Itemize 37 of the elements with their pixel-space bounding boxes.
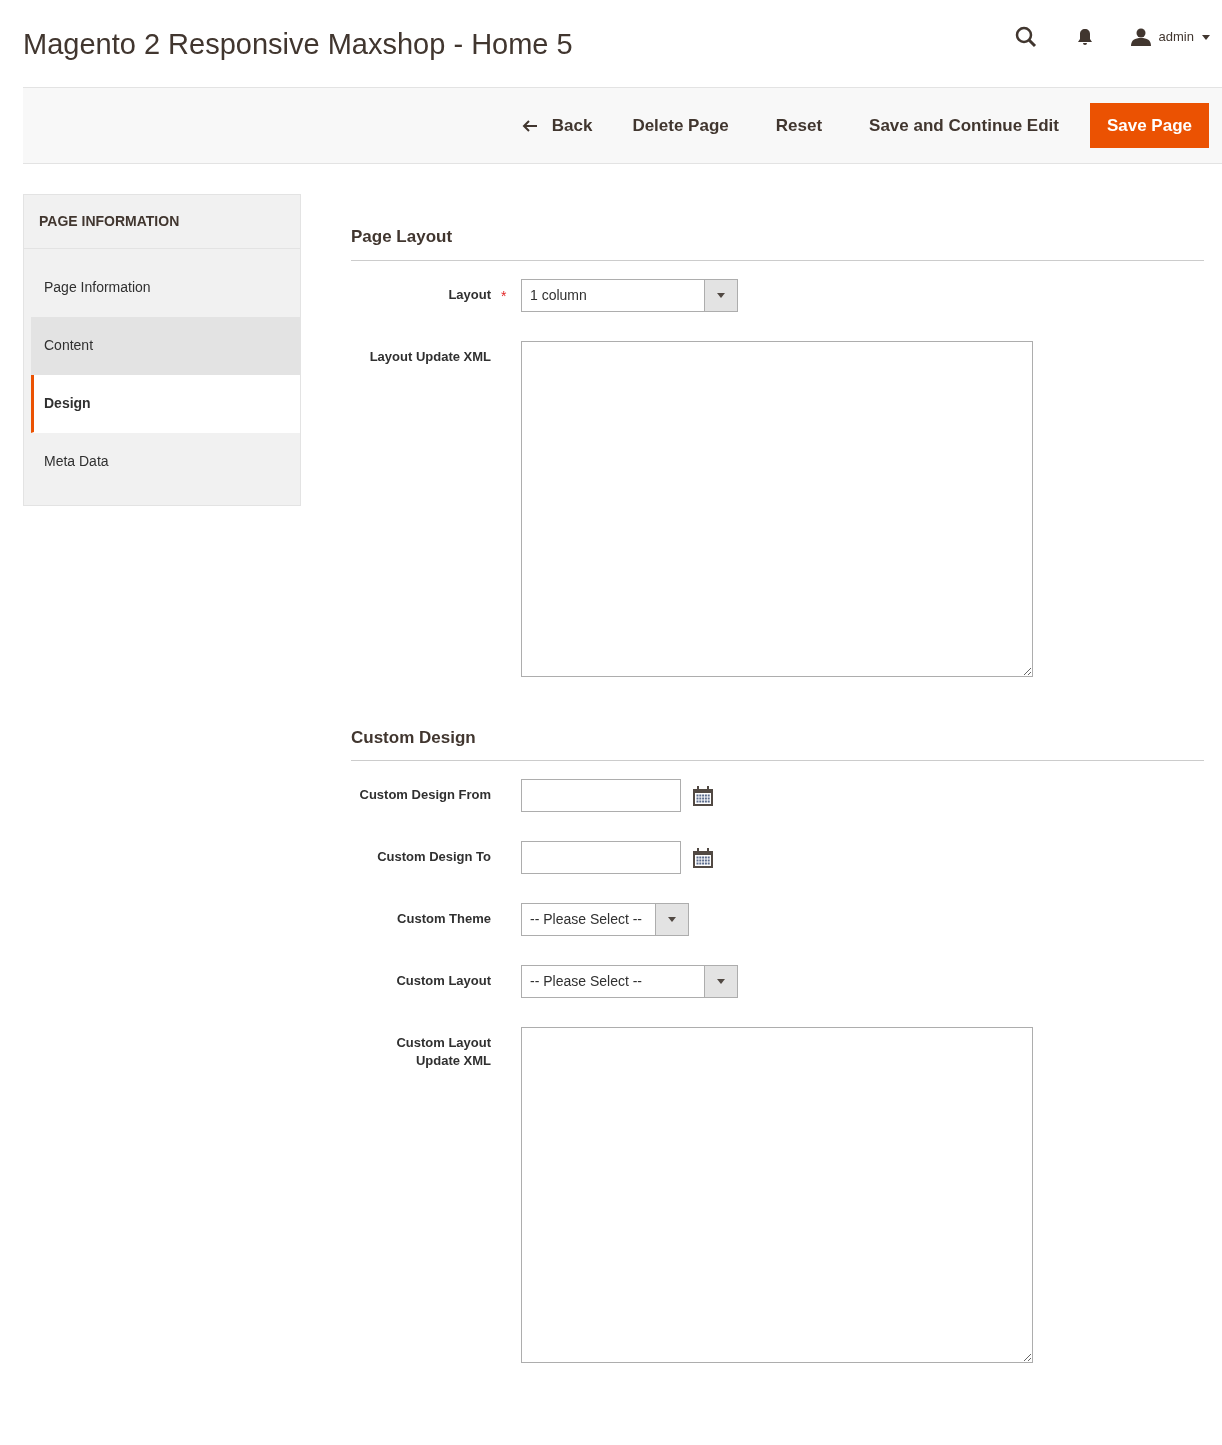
user-icon: [1130, 28, 1151, 46]
caret-icon: [717, 979, 725, 984]
sidebar-item[interactable]: Page Information: [31, 259, 300, 317]
caret-icon: [717, 292, 725, 298]
bell-icon[interactable]: [1076, 28, 1093, 46]
user-menu[interactable]: admin: [1130, 27, 1210, 47]
field-label: Custom Design To: [377, 848, 491, 866]
required-mark: *: [501, 286, 507, 303]
arrow-left-icon: [521, 119, 538, 132]
caret-icon: [1202, 34, 1210, 40]
select-field[interactable]: -- Please Select --: [521, 965, 738, 998]
field-label: Custom Layout: [396, 972, 491, 990]
sidebar-item[interactable]: Meta Data: [31, 433, 300, 491]
save-button[interactable]: Save Page: [1089, 103, 1209, 148]
select-field[interactable]: 1 column: [521, 278, 738, 312]
calendar-icon[interactable]: [692, 784, 714, 807]
sidebar-item[interactable]: Design: [31, 375, 300, 433]
back-button[interactable]: Back: [506, 103, 608, 148]
section-title: Custom Design: [351, 724, 1204, 761]
caret-icon: [668, 917, 676, 922]
date-field[interactable]: [521, 779, 681, 812]
page-title: Magento 2 Responsive Maxshop - Home 5: [23, 26, 573, 62]
action-button[interactable]: Reset: [753, 103, 845, 148]
action-button[interactable]: Delete Page: [610, 103, 751, 148]
field-label: Custom Layout Update XML: [395, 1034, 491, 1071]
field-label: Layout: [448, 285, 491, 304]
field-label: Custom Theme: [397, 910, 491, 928]
calendar-icon[interactable]: [692, 846, 714, 869]
select-field[interactable]: -- Please Select --: [521, 903, 689, 936]
section-title: Page Layout: [351, 224, 1204, 261]
field-label: Layout Update XML: [369, 347, 491, 366]
sidebar-heading: PAGE INFORMATION: [24, 195, 300, 249]
search-icon[interactable]: [1014, 26, 1037, 48]
date-field[interactable]: [521, 841, 681, 874]
field-label: Custom Design From: [359, 786, 491, 804]
action-button[interactable]: Save and Continue Edit: [847, 103, 1081, 148]
sidebar-item[interactable]: Content: [31, 317, 300, 375]
